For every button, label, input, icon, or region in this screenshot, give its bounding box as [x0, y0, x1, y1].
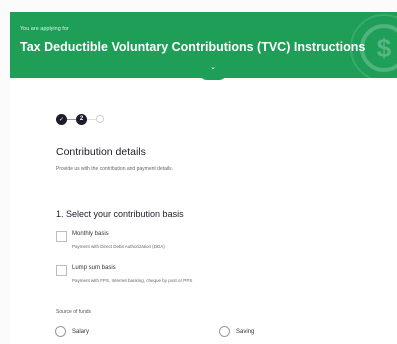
- section-title: Contribution details: [56, 146, 146, 158]
- step-connector: [67, 118, 76, 120]
- radio-label: Salary: [72, 328, 90, 335]
- saving-radio[interactable]: [219, 326, 230, 337]
- source-of-funds-label: Source of funds: [56, 309, 92, 315]
- option-label: Lump sum basis: [72, 265, 116, 271]
- monthly-basis-checkbox[interactable]: [56, 231, 67, 242]
- applying-label: You are applying for: [20, 26, 69, 32]
- radio-label: Saving: [236, 328, 255, 335]
- section-subtitle: Provide us with the contribution and pay…: [56, 166, 174, 172]
- contribution-basis-question: 1. Select your contribution basis: [56, 209, 184, 219]
- lump-sum-basis-checkbox[interactable]: [56, 265, 67, 276]
- chevron-down-icon: ⌄: [210, 64, 216, 71]
- page: You are applying for Tax Deductible Volu…: [0, 0, 397, 344]
- salary-radio-option[interactable]: Salary: [55, 326, 89, 337]
- lump-sum-basis-option[interactable]: Lump sum basis Payment with FPS, Interne…: [56, 265, 192, 283]
- salary-radio[interactable]: [55, 326, 66, 337]
- expand-banner-toggle[interactable]: ⌄: [199, 64, 227, 80]
- progress-stepper: ✓ 2: [56, 113, 104, 125]
- step-1-completed-icon: ✓: [56, 113, 67, 125]
- form-content: ✓ 2 Contribution details Provide us with…: [10, 80, 397, 344]
- step-connector: [87, 118, 96, 120]
- option-hint: Payment with FPS, Internet banking, cheq…: [72, 278, 193, 283]
- step-2-current-icon: 2: [76, 113, 87, 125]
- banner-title: Tax Deductible Voluntary Contributions (…: [20, 40, 366, 54]
- option-hint: Payment with Direct Debit Authorization …: [72, 244, 165, 249]
- saving-radio-option[interactable]: Saving: [219, 326, 254, 337]
- monthly-basis-option[interactable]: Monthly basis Payment with Direct Debit …: [56, 231, 165, 249]
- option-label: Monthly basis: [72, 231, 109, 237]
- step-3-upcoming-icon: [96, 115, 104, 123]
